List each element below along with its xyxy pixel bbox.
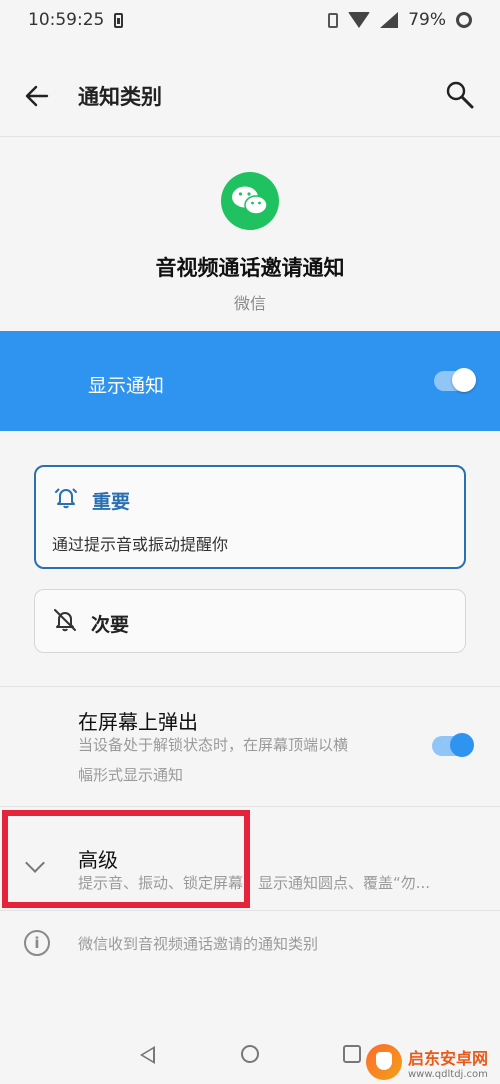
battery-charging-icon <box>114 12 124 28</box>
channel-name: 音视频通话邀请通知 <box>155 256 345 280</box>
clock: 10:59:25 <box>28 10 105 30</box>
importance-important-description: 通过提示音或振动提醒你 <box>52 535 229 554</box>
info-icon: i <box>24 930 50 956</box>
divider <box>0 136 500 137</box>
page-title: 通知类别 <box>78 85 162 109</box>
divider <box>0 910 500 911</box>
wifi-icon <box>348 12 371 28</box>
arrow-left-icon <box>25 85 49 107</box>
popup-subtitle-line2: 幅形式显示通知 <box>78 766 184 784</box>
nav-home-icon[interactable] <box>241 1045 259 1063</box>
importance-secondary-card[interactable]: 次要 <box>34 589 466 653</box>
wechat-logo-icon <box>232 186 268 215</box>
watermark: 启东安卓网 www.qdltdj.com <box>366 1040 496 1084</box>
watermark-title: 启东安卓网 <box>408 1048 489 1068</box>
toggle-knob <box>452 368 476 392</box>
app-header: 音视频通话邀请通知 微信 <box>0 172 500 314</box>
search-icon <box>446 81 474 109</box>
highlight-annotation <box>2 810 250 908</box>
importance-important-card[interactable]: 重要 通过提示音或振动提醒你 <box>34 465 466 569</box>
bell-ringing-icon <box>55 488 77 509</box>
nav-back-icon[interactable] <box>140 1046 155 1064</box>
importance-important-title: 重要 <box>92 491 131 513</box>
wechat-app-icon <box>221 172 279 230</box>
toggle-knob <box>450 733 474 757</box>
back-button[interactable] <box>20 79 54 113</box>
battery-icon <box>456 12 472 28</box>
popup-subtitle-line1: 当设备处于解锁状态时，在屏幕顶端以横 <box>78 736 349 754</box>
popup-on-screen-row[interactable]: 在屏幕上弹出 当设备处于解锁状态时，在屏幕顶端以横 幅形式显示通知 <box>0 686 500 804</box>
show-notifications-label: 显示通知 <box>88 375 165 397</box>
watermark-logo-icon <box>366 1044 402 1080</box>
nav-recent-apps-icon[interactable] <box>343 1045 361 1063</box>
app-bar: 通知类别 <box>0 55 500 135</box>
show-notifications-row[interactable]: 显示通知 <box>0 331 500 431</box>
importance-secondary-title: 次要 <box>91 614 130 636</box>
info-row: i 微信收到音视频通话邀请的通知类别 <box>0 930 500 960</box>
watermark-url: www.qdltdj.com <box>408 1068 488 1080</box>
info-text: 微信收到音视频通话邀请的通知类别 <box>78 935 319 953</box>
battery-percent: 79% <box>408 10 446 30</box>
signal-icon <box>380 12 399 28</box>
app-name: 微信 <box>233 294 266 313</box>
bell-off-icon <box>54 609 76 632</box>
status-bar: 10:59:25 79% <box>0 0 500 40</box>
show-notifications-toggle[interactable] <box>434 368 476 392</box>
vibrate-icon <box>328 12 339 28</box>
popup-on-screen-toggle[interactable] <box>432 733 474 757</box>
search-button[interactable] <box>442 77 478 113</box>
